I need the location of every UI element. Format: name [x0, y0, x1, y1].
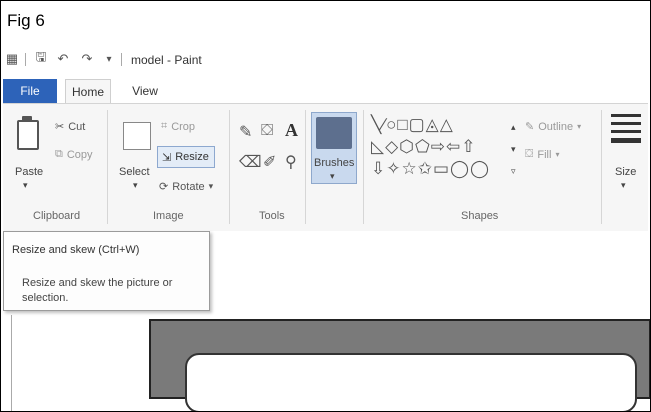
outline-dropdown-icon: ▾ [577, 122, 582, 131]
pencil-icon[interactable]: ✎ [239, 122, 252, 142]
shapes-row: ⇩✧☆✩▭◯◯ [371, 159, 491, 178]
save-icon[interactable]: 🖫 [33, 49, 49, 67]
shapes-scroll-down-icon[interactable]: ▾ [511, 144, 516, 155]
redo-icon[interactable]: ↷ [79, 51, 95, 67]
size-icon[interactable] [611, 114, 641, 148]
size-button[interactable]: Size [615, 166, 636, 178]
fill-label: Fill [537, 148, 552, 161]
shapes-row: ╲∕○□▢◬△ [371, 115, 454, 134]
shapes-group-label: Shapes [461, 210, 499, 222]
rotate-label: Rotate [172, 180, 205, 193]
clipboard-group-label: Clipboard [33, 210, 81, 222]
outline-button[interactable]: ✎ Outline ▾ [525, 120, 582, 134]
shapes-scroll-up-icon[interactable]: ▴ [511, 122, 516, 133]
fill-bucket-icon[interactable]: ⛋ [261, 122, 273, 140]
group-separator [601, 110, 602, 224]
brushes-label: Brushes [314, 157, 355, 169]
brush-icon [316, 117, 352, 149]
resize-icon: ⇲ [162, 151, 172, 164]
crop-label: Crop [171, 120, 196, 133]
fill-icon: ⛋ [525, 148, 534, 160]
ribbon: Paste ▾ ✂ Cut ⧉ Copy Clipboard Select ▾ … [3, 103, 648, 233]
crop-button[interactable]: ⌗ Crop [161, 120, 195, 133]
group-separator [305, 110, 306, 224]
rotate-icon: ⟳ [159, 181, 169, 193]
paste-dropdown-icon[interactable]: ▾ [23, 180, 28, 191]
separator [121, 53, 122, 66]
paste-icon[interactable] [17, 120, 39, 150]
tooltip-description: Resize and skew the picture or selection… [22, 277, 173, 304]
title-bar: ▦ 🖫 ↶ ↷ ▾ model - Paint [1, 47, 650, 73]
separator [25, 53, 26, 66]
group-separator [229, 110, 230, 224]
picture-shape [185, 353, 637, 411]
shapes-expand-icon[interactable]: ▿ [511, 166, 516, 177]
magnifier-icon[interactable]: ⚲ [285, 152, 297, 172]
copy-icon: ⧉ [55, 148, 63, 160]
cut-label: Cut [68, 120, 86, 133]
tooltip-title: Resize and skew (Ctrl+W) [12, 244, 140, 256]
color-picker-icon[interactable]: ✐ [263, 152, 276, 172]
resize-label: Resize [175, 151, 209, 163]
outline-label: Outline [538, 120, 574, 133]
size-dropdown-icon[interactable]: ▾ [621, 180, 626, 191]
tab-file[interactable]: File [3, 79, 57, 103]
select-button[interactable]: Select [119, 166, 150, 178]
group-separator [363, 110, 364, 224]
clipboard-clip-icon [22, 116, 32, 122]
canvas-edge [11, 315, 12, 411]
undo-icon[interactable]: ↶ [55, 51, 71, 67]
window-title: model - Paint [131, 53, 202, 67]
shapes-row: ◺◇⬡⬠⇨⇦⇧ [371, 137, 477, 156]
figure-frame: Fig 6 ▦ 🖫 ↶ ↷ ▾ model - Paint File Home … [0, 0, 651, 412]
resize-button[interactable]: ⇲ Resize [157, 146, 215, 168]
fill-button[interactable]: ⛋ Fill ▾ [525, 148, 559, 161]
text-tool-icon[interactable]: A [285, 120, 298, 141]
tools-group-label: Tools [259, 210, 285, 222]
shapes-gallery[interactable]: ╲∕○□▢◬△ ◺◇⬡⬠⇨⇦⇧ ⇩✧☆✩▭◯◯ [371, 114, 517, 192]
rotate-button[interactable]: ⟳ Rotate ▾ [159, 180, 214, 194]
rotate-dropdown-icon: ▾ [208, 181, 214, 191]
brushes-dropdown-icon: ▾ [330, 171, 335, 181]
paste-button[interactable]: Paste [15, 166, 43, 178]
copy-button[interactable]: ⧉ Copy [55, 148, 93, 161]
eraser-icon[interactable]: ⌫ [239, 152, 262, 172]
paint-app-icon[interactable]: ▦ [5, 51, 19, 67]
tab-home[interactable]: Home [65, 79, 111, 103]
outline-icon: ✎ [525, 121, 535, 133]
group-separator [107, 110, 108, 224]
fill-dropdown-icon: ▾ [555, 150, 560, 159]
scissors-icon: ✂ [55, 121, 65, 133]
image-group-label: Image [153, 210, 184, 222]
select-icon[interactable] [123, 122, 151, 150]
ribbon-tabs: File Home View [1, 79, 650, 103]
copy-label: Copy [66, 148, 93, 161]
customize-quick-access-icon[interactable]: ▾ [103, 51, 115, 67]
tab-view[interactable]: View [125, 79, 165, 103]
resize-tooltip: Resize and skew (Ctrl+W) Resize and skew… [3, 231, 210, 311]
select-dropdown-icon[interactable]: ▾ [133, 180, 138, 191]
figure-label: Fig 6 [7, 11, 45, 30]
brushes-button[interactable]: Brushes ▾ [311, 112, 357, 184]
cut-button[interactable]: ✂ Cut [55, 120, 86, 134]
crop-icon: ⌗ [161, 120, 168, 132]
